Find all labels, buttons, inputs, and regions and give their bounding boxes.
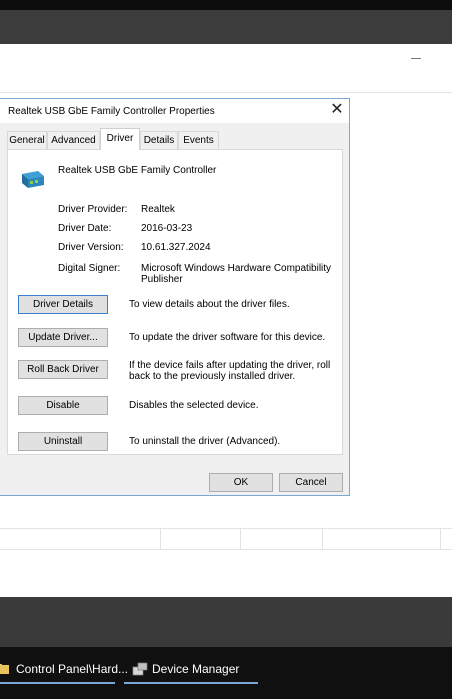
taskbar-item-label: Device Manager <box>152 662 240 676</box>
background-header-row <box>0 528 452 550</box>
column-separator <box>440 529 441 549</box>
top-black-bar <box>0 0 452 10</box>
ok-button[interactable]: OK <box>209 473 273 492</box>
uninstall-button[interactable]: Uninstall <box>18 432 108 451</box>
disable-button[interactable]: Disable <box>18 396 108 415</box>
tab-general[interactable]: General <box>7 131 47 149</box>
driver-version-label: Driver Version: <box>58 242 124 253</box>
roll-back-description-line1: If the device fails after updating the d… <box>129 360 331 371</box>
tab-events[interactable]: Events <box>178 131 219 149</box>
background-divider <box>0 92 452 93</box>
background-window-titlebar <box>0 10 452 44</box>
device-manager-icon <box>132 662 148 676</box>
disable-description: Disables the selected device. <box>129 400 259 411</box>
taskbar-active-indicator <box>0 682 115 684</box>
digital-signer-value-line1: Microsoft Windows Hardware Compatibility <box>141 263 332 274</box>
driver-tab-panel: Realtek USB GbE Family Controller Driver… <box>7 149 343 455</box>
driver-details-button[interactable]: Driver Details <box>18 295 108 314</box>
properties-dialog: Realtek USB GbE Family Controller Proper… <box>0 98 350 496</box>
driver-version-value: 10.61.327.2024 <box>141 242 211 253</box>
control-panel-icon <box>0 662 10 676</box>
driver-date-label: Driver Date: <box>58 223 112 234</box>
minimize-icon[interactable] <box>411 58 421 59</box>
tab-driver[interactable]: Driver <box>100 128 140 150</box>
driver-provider-label: Driver Provider: <box>58 204 128 215</box>
taskbar-item-device-manager[interactable]: Device Manager <box>132 652 239 686</box>
network-adapter-icon <box>20 168 46 192</box>
driver-provider-value: Realtek <box>141 204 175 215</box>
cancel-button[interactable]: Cancel <box>279 473 343 492</box>
taskbar-active-indicator <box>124 682 258 684</box>
update-driver-button[interactable]: Update Driver... <box>18 328 108 347</box>
column-separator <box>240 529 241 549</box>
device-name: Realtek USB GbE Family Controller <box>58 165 217 176</box>
roll-back-driver-button[interactable]: Roll Back Driver <box>18 360 108 379</box>
roll-back-description-line2: back to the previously installed driver. <box>129 371 296 382</box>
taskbar-item-label: Control Panel\Hard... <box>16 662 129 676</box>
driver-details-description: To view details about the driver files. <box>129 299 290 310</box>
uninstall-description: To uninstall the driver (Advanced). <box>129 436 281 447</box>
tab-advanced[interactable]: Advanced <box>47 131 100 149</box>
taskbar-item-control-panel[interactable]: Control Panel\Hard... <box>0 652 128 686</box>
tab-details[interactable]: Details <box>140 131 178 149</box>
digital-signer-value-line2: Publisher <box>141 274 183 285</box>
dialog-title: Realtek USB GbE Family Controller Proper… <box>8 106 215 117</box>
update-driver-description: To update the driver software for this d… <box>129 332 326 343</box>
driver-date-value: 2016-03-23 <box>141 223 193 234</box>
dialog-title-bar[interactable]: Realtek USB GbE Family Controller Proper… <box>0 99 349 123</box>
column-separator <box>322 529 323 549</box>
background-lower-band <box>0 597 452 647</box>
close-icon[interactable]: ✕ <box>327 101 347 121</box>
column-separator <box>160 529 161 549</box>
digital-signer-label: Digital Signer: <box>58 263 121 274</box>
